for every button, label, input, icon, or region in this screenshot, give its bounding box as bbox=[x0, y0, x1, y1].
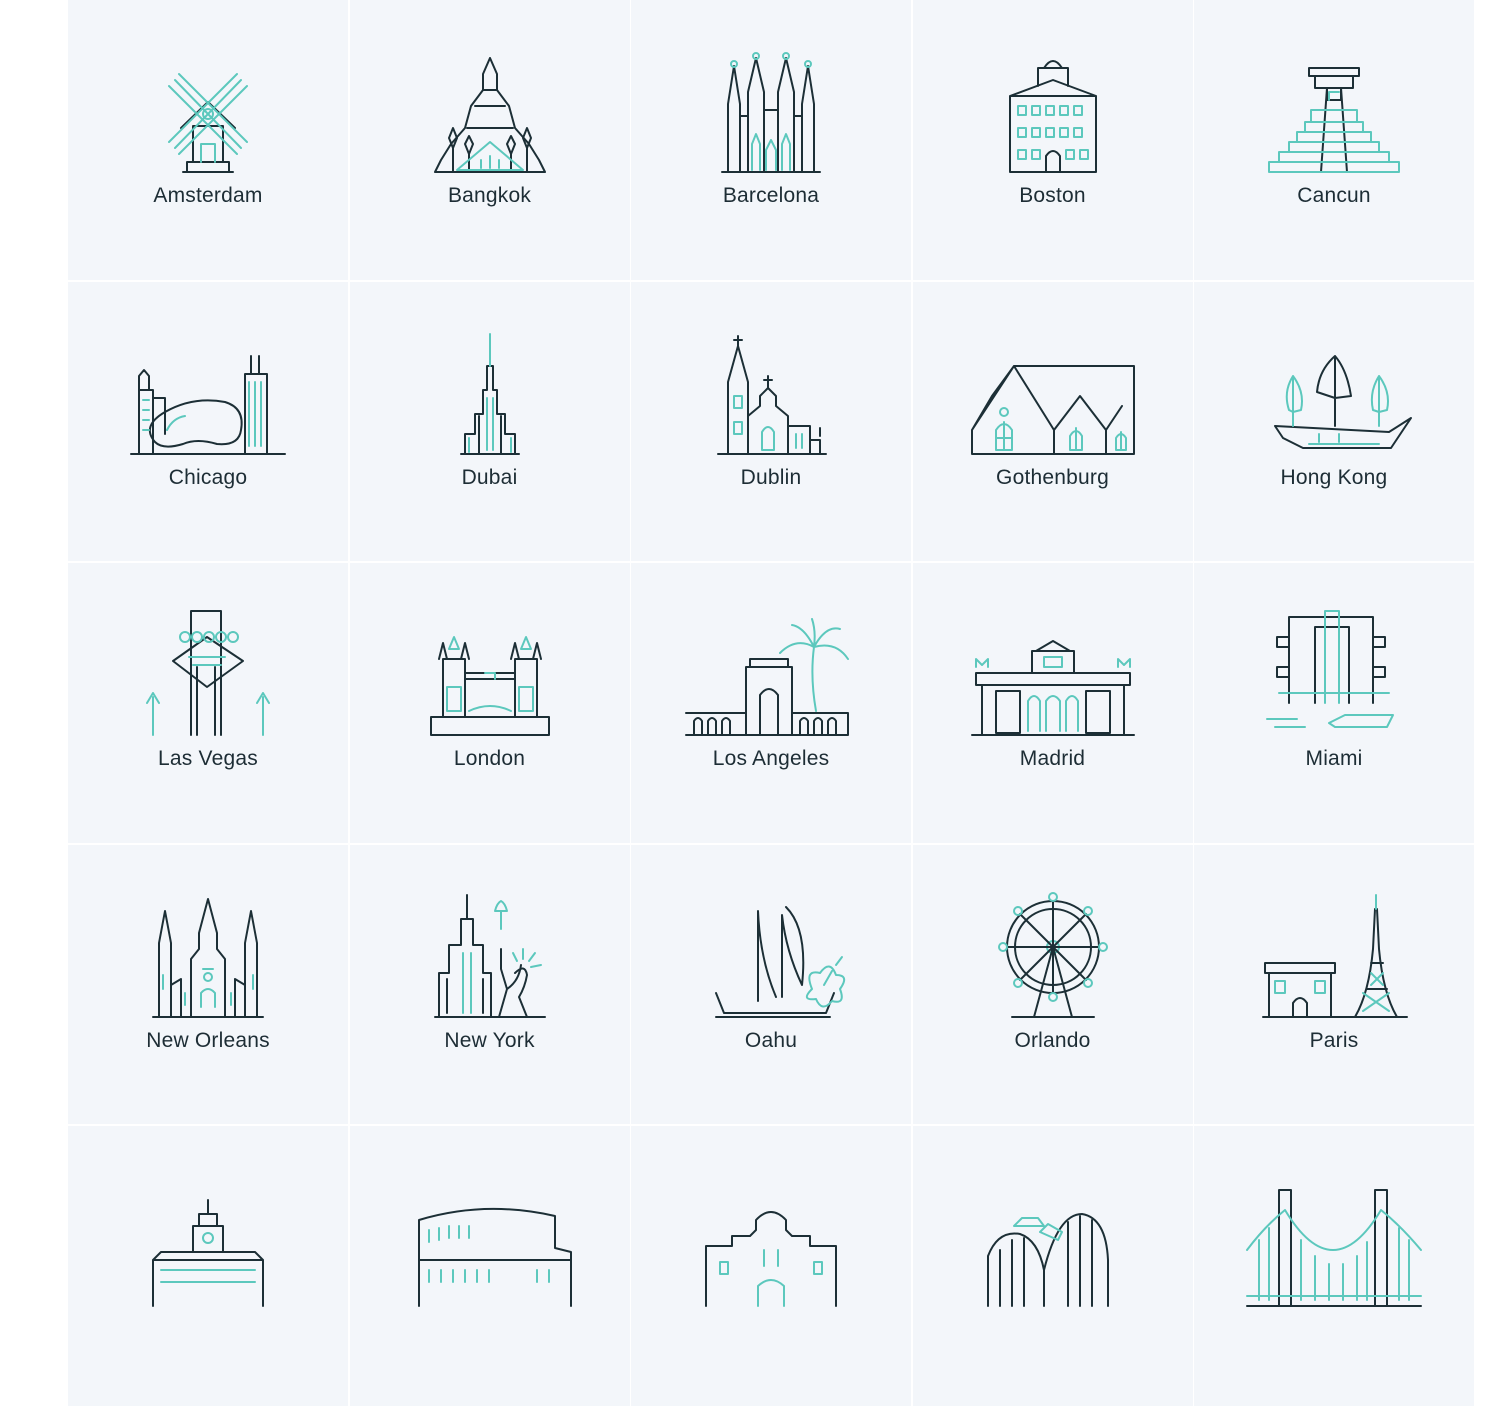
city-tile[interactable] bbox=[1194, 1126, 1474, 1406]
city-icon-grid: Amsterdam Bangkok Barcelona Boston Cancu… bbox=[68, 0, 1474, 1406]
windmill-icon bbox=[113, 44, 303, 180]
canoe-hibiscus-icon bbox=[676, 889, 866, 1025]
temple-icon bbox=[395, 44, 585, 180]
city-label: Gothenburg bbox=[996, 465, 1109, 489]
arch-palm-icon bbox=[676, 607, 866, 743]
city-tile[interactable]: Las Vegas bbox=[68, 563, 348, 843]
city-label: Dubai bbox=[461, 465, 518, 489]
city-label: Paris bbox=[1309, 1028, 1359, 1052]
city-tile[interactable]: New Orleans bbox=[68, 844, 348, 1124]
mission-facade-icon bbox=[676, 1170, 866, 1307]
skyscraper-icon bbox=[395, 326, 585, 462]
empire-liberty-icon bbox=[395, 889, 585, 1025]
tower-bridge-icon bbox=[395, 607, 585, 743]
city-tile[interactable]: Paris bbox=[1194, 844, 1474, 1124]
st-louis-cathedral-icon bbox=[113, 889, 303, 1025]
city-label: Barcelona bbox=[722, 184, 820, 207]
city-label: Chicago bbox=[168, 465, 248, 489]
city-label: New York bbox=[444, 1028, 535, 1052]
art-deco-hotel-icon bbox=[1239, 607, 1429, 743]
city-label: Miami bbox=[1305, 747, 1363, 770]
museum-icon bbox=[958, 607, 1148, 743]
city-label: Amsterdam bbox=[153, 184, 263, 207]
city-tile[interactable]: Cancun bbox=[1194, 0, 1474, 280]
cloud-gate-icon bbox=[113, 326, 303, 462]
colosseum-icon bbox=[395, 1170, 585, 1307]
city-label: Madrid bbox=[1019, 747, 1086, 770]
city-label: Boston bbox=[1019, 184, 1086, 207]
pyramid-icon bbox=[1239, 44, 1429, 180]
city-label: Los Angeles bbox=[712, 747, 830, 770]
city-tile[interactable]: Boston bbox=[912, 0, 1193, 280]
city-tile[interactable]: Bangkok bbox=[349, 0, 630, 280]
city-label: Oahu bbox=[744, 1028, 798, 1052]
city-tile[interactable]: Miami bbox=[1194, 563, 1474, 843]
state-house-icon bbox=[958, 44, 1148, 180]
city-tile[interactable]: London bbox=[349, 563, 630, 843]
city-tile[interactable]: Chicago bbox=[68, 281, 348, 561]
city-tile[interactable]: Madrid bbox=[912, 563, 1193, 843]
city-tile[interactable] bbox=[349, 1126, 630, 1406]
city-tile[interactable] bbox=[68, 1126, 348, 1406]
suspension-bridge-icon bbox=[1239, 1170, 1429, 1307]
vegas-sign-icon bbox=[113, 607, 303, 743]
city-tile[interactable]: Amsterdam bbox=[68, 0, 348, 280]
city-tile[interactable]: Los Angeles bbox=[631, 563, 911, 843]
city-tile[interactable] bbox=[912, 1126, 1193, 1406]
city-tile[interactable]: Barcelona bbox=[631, 0, 911, 280]
church-icon bbox=[676, 326, 866, 462]
city-label: London bbox=[453, 747, 526, 770]
roller-coaster-icon bbox=[958, 1170, 1148, 1307]
eiffel-arc-icon bbox=[1239, 889, 1429, 1025]
ferris-wheel-icon bbox=[958, 889, 1148, 1025]
city-label: Bangkok bbox=[447, 184, 532, 207]
gabled-houses-icon bbox=[958, 326, 1148, 462]
city-tile[interactable]: Dubai bbox=[349, 281, 630, 561]
city-label: Las Vegas bbox=[158, 747, 258, 770]
city-tile[interactable]: Orlando bbox=[912, 844, 1193, 1124]
city-tile[interactable] bbox=[631, 1126, 911, 1406]
city-label: Dublin bbox=[740, 465, 802, 489]
city-tile[interactable]: Oahu bbox=[631, 844, 911, 1124]
city-tile[interactable]: Dublin bbox=[631, 281, 911, 561]
city-tile[interactable]: Hong Kong bbox=[1194, 281, 1474, 561]
city-label: Orlando bbox=[1014, 1028, 1091, 1052]
city-tile[interactable]: New York bbox=[349, 844, 630, 1124]
capitol-building-icon bbox=[113, 1170, 303, 1307]
junk-boat-icon bbox=[1239, 326, 1429, 462]
city-label: New Orleans bbox=[146, 1028, 270, 1052]
city-label: Hong Kong bbox=[1280, 465, 1388, 489]
city-tile[interactable]: Gothenburg bbox=[912, 281, 1193, 561]
cathedral-spires-icon bbox=[676, 44, 866, 180]
city-label: Cancun bbox=[1297, 184, 1371, 207]
